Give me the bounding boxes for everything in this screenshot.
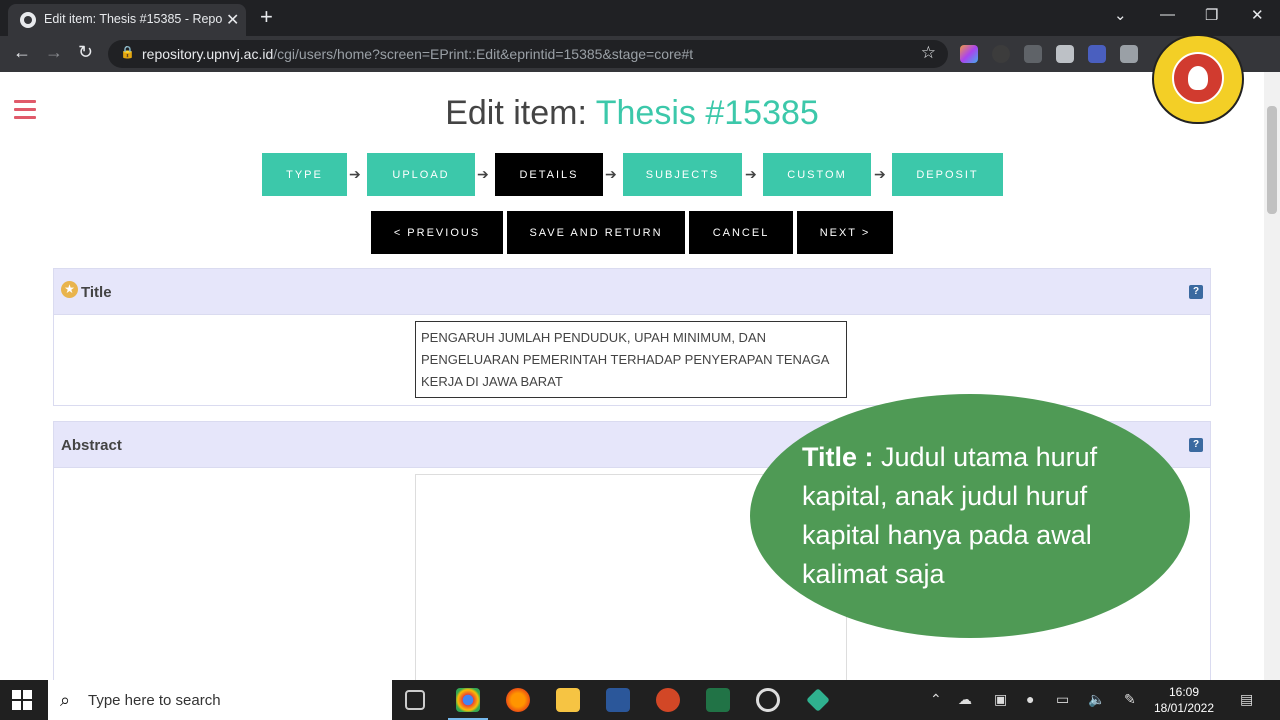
save-and-return-button[interactable]: SAVE AND RETURN (507, 211, 685, 254)
extension-circle-icon[interactable] (992, 45, 1010, 63)
help-icon[interactable]: ? (1189, 438, 1203, 452)
scrollbar-thumb[interactable] (1267, 106, 1277, 214)
windows-start-icon[interactable] (12, 690, 32, 710)
browser-tab[interactable]: Edit item: Thesis #15385 - Reposi ✕ (8, 4, 246, 36)
clock[interactable]: 16:09 18/01/2022 (1152, 684, 1216, 716)
shield-extension-icon[interactable] (1024, 45, 1042, 63)
minimize-icon[interactable]: — (1160, 6, 1175, 23)
microphone-icon[interactable]: ● (1026, 691, 1034, 707)
help-icon[interactable]: ? (1189, 285, 1203, 299)
step-deposit[interactable]: DEPOSIT (892, 153, 1003, 196)
previous-button[interactable]: < PREVIOUS (371, 211, 503, 254)
firefox-icon[interactable] (506, 688, 530, 712)
extensions-puzzle-icon[interactable] (1056, 45, 1074, 63)
word-icon[interactable] (606, 688, 630, 712)
step-subjects[interactable]: SUBJECTS (623, 153, 742, 196)
notifications-icon[interactable]: ▤ (1240, 691, 1253, 708)
back-icon[interactable]: ← (13, 42, 31, 63)
onedrive-icon[interactable]: ☁ (958, 691, 972, 708)
step-custom[interactable]: CUSTOM (763, 153, 871, 196)
meet-icon[interactable]: ▣ (994, 691, 1007, 708)
close-tab-icon[interactable]: ✕ (226, 10, 239, 30)
reload-icon[interactable]: ↻ (78, 42, 93, 63)
abstract-label: Abstract (61, 437, 122, 454)
required-star-icon: ★ (61, 281, 78, 298)
arrow-icon: ➔ (477, 166, 489, 182)
battery-icon[interactable]: ▭ (1056, 691, 1069, 708)
step-upload[interactable]: UPLOAD (367, 153, 475, 196)
page-title: Edit item: Thesis #15385 (445, 94, 819, 132)
callout-text: Title : Judul utama huruf kapital, anak … (802, 442, 1098, 589)
next-button[interactable]: NEXT > (797, 211, 893, 254)
windows-taskbar: ⌕ Type here to search ⌃ ☁ ▣ ● ▭ 🔈 ✎ 16:0… (0, 680, 1280, 720)
browser-tab-bar: Edit item: Thesis #15385 - Reposi ✕ + ⌄ … (0, 0, 1280, 36)
bookmark-star-icon[interactable]: ☆ (921, 43, 936, 63)
cast-icon[interactable] (1088, 45, 1106, 63)
arrow-icon: ➔ (349, 166, 361, 182)
lock-icon: 🔒 (120, 45, 135, 59)
address-bar[interactable]: 🔒 repository.upnvj.ac.id/cgi/users/home?… (108, 40, 948, 68)
forward-icon[interactable]: → (45, 42, 63, 63)
powerpoint-icon[interactable] (656, 688, 680, 712)
search-placeholder: Type here to search (88, 692, 221, 709)
excel-icon[interactable] (706, 688, 730, 712)
arrow-icon: ➔ (605, 166, 617, 182)
arrow-icon: ➔ (745, 166, 757, 182)
title-textarea[interactable]: PENGARUH JUMLAH PENDUDUK, UPAH MINIMUM, … (415, 321, 847, 398)
title-label: Title (81, 284, 112, 301)
title-panel-header: ★ Title ? (54, 269, 1210, 315)
file-explorer-icon[interactable] (556, 688, 580, 712)
taskbar-search-box[interactable]: ⌕ Type here to search (48, 680, 392, 720)
title-panel: ★ Title ? PENGARUH JUMLAH PENDUDUK, UPAH… (53, 268, 1211, 406)
site-favicon-icon (20, 12, 36, 28)
arrow-icon: ➔ (874, 166, 886, 182)
volume-muted-icon[interactable]: 🔈 (1088, 691, 1105, 708)
restore-icon[interactable]: ❐ (1205, 6, 1218, 24)
browser-toolbar: ← → ↻ 🔒 repository.upnvj.ac.id/cgi/users… (0, 36, 1280, 72)
color-extension-icon[interactable] (960, 45, 978, 63)
window-close-icon[interactable]: ✕ (1251, 6, 1264, 24)
cancel-button[interactable]: CANCEL (689, 211, 793, 254)
page-scrollbar[interactable] (1264, 72, 1280, 680)
tab-title: Edit item: Thesis #15385 - Reposi (44, 12, 222, 26)
search-icon: ⌕ (60, 690, 71, 710)
tab-search-icon[interactable]: ⌄ (1114, 6, 1127, 24)
task-view-icon[interactable] (405, 690, 425, 710)
reading-list-icon[interactable] (1120, 45, 1138, 63)
new-tab-button[interactable]: + (260, 4, 273, 30)
annotation-callout: Title : Judul utama huruf kapital, anak … (750, 394, 1190, 638)
pen-icon[interactable]: ✎ (1124, 691, 1136, 708)
page-content: Edit item: Thesis #15385 TYPE ➔ UPLOAD ➔… (0, 72, 1264, 680)
chrome-icon[interactable] (456, 688, 480, 712)
university-logo (1152, 34, 1244, 124)
app-diamond-icon[interactable] (806, 688, 830, 712)
tray-chevron-icon[interactable]: ⌃ (930, 691, 942, 708)
app-swirl-icon[interactable] (756, 688, 780, 712)
step-details[interactable]: DETAILS (495, 153, 603, 196)
step-type[interactable]: TYPE (262, 153, 347, 196)
url-text: repository.upnvj.ac.id/cgi/users/home?sc… (142, 46, 694, 62)
